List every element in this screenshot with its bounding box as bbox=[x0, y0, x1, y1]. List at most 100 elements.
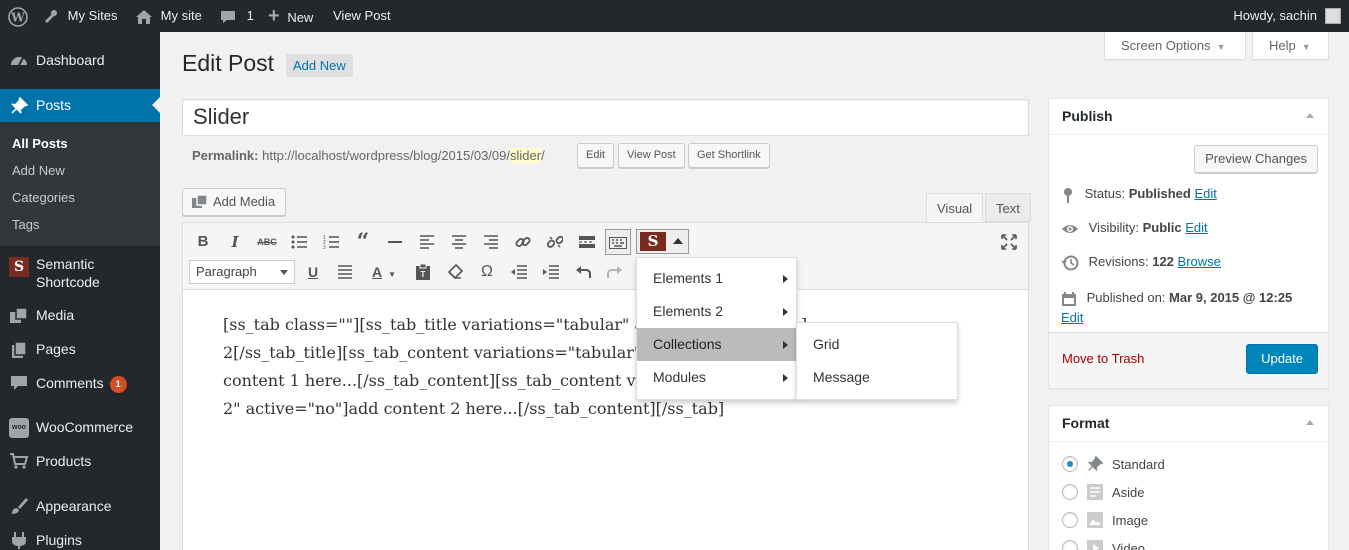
new-content-link[interactable]: + New bbox=[268, 0, 313, 32]
justify-icon[interactable] bbox=[332, 259, 358, 285]
menu-item-elements-2[interactable]: Elements 2 bbox=[637, 295, 796, 328]
add-media-label: Add Media bbox=[213, 194, 276, 209]
sidebar-item-media[interactable]: Media bbox=[0, 298, 160, 332]
format-radio-aside[interactable] bbox=[1062, 484, 1078, 500]
move-to-trash-link[interactable]: Move to Trash bbox=[1062, 351, 1144, 366]
unlink-icon[interactable] bbox=[542, 229, 568, 255]
view-post-link[interactable]: View Post bbox=[333, 0, 391, 32]
preview-changes-button[interactable]: Preview Changes bbox=[1194, 145, 1318, 173]
sidebar-item-comments[interactable]: Comments 1 bbox=[0, 366, 160, 400]
collapse-caret-icon[interactable] bbox=[1306, 113, 1314, 118]
align-right-icon[interactable] bbox=[478, 229, 504, 255]
menu-item-collections[interactable]: Collections bbox=[637, 328, 796, 361]
my-sites-link[interactable]: My Sites bbox=[42, 0, 117, 32]
get-shortlink-button[interactable]: Get Shortlink bbox=[688, 143, 770, 168]
sidebar-item-products[interactable]: Products bbox=[0, 444, 160, 478]
text-color-icon[interactable]: A ▼ bbox=[364, 259, 404, 285]
numbered-list-icon[interactable]: 123 bbox=[318, 229, 344, 255]
edit-status-link[interactable]: Edit bbox=[1194, 186, 1216, 201]
format-select[interactable]: Paragraph bbox=[189, 260, 295, 284]
sidebar-item-woocommerce[interactable]: woo WooCommerce bbox=[0, 410, 160, 444]
format-radio-video[interactable] bbox=[1062, 540, 1078, 550]
add-media-button[interactable]: Add Media bbox=[182, 188, 287, 216]
sidebar-item-dashboard[interactable]: Dashboard bbox=[0, 32, 160, 89]
shopping-cart-icon bbox=[10, 453, 29, 469]
sidebar-item-semantic-shortcode[interactable]: S Semantic Shortcode bbox=[0, 246, 160, 298]
sidebar-item-posts[interactable]: Posts bbox=[0, 89, 160, 122]
svg-text:W: W bbox=[10, 10, 25, 24]
menu-item-elements-1[interactable]: Elements 1 bbox=[637, 262, 796, 295]
read-more-icon[interactable] bbox=[574, 229, 600, 255]
sidebar-label-dashboard: Dashboard bbox=[36, 52, 105, 68]
site-name-link[interactable]: My site bbox=[135, 0, 202, 32]
special-character-icon[interactable]: Ω bbox=[474, 259, 500, 285]
posts-submenu: All Posts Add New Categories Tags bbox=[0, 122, 160, 246]
semantic-shortcode-icon: S bbox=[9, 257, 29, 277]
sidebar-item-appearance[interactable]: Appearance bbox=[0, 489, 160, 523]
submenu-categories[interactable]: Categories bbox=[12, 190, 75, 205]
shortcode-dropdown-menu: Elements 1 Elements 2 Collections Module… bbox=[636, 257, 797, 400]
revisions-count: 122 bbox=[1152, 254, 1174, 269]
semantic-shortcode-menu-button[interactable]: S bbox=[636, 229, 689, 254]
redo-icon[interactable] bbox=[602, 259, 628, 285]
strikethrough-icon[interactable]: ABC bbox=[254, 229, 280, 255]
submenu-add-new[interactable]: Add New bbox=[12, 163, 65, 178]
format-radio-image[interactable] bbox=[1062, 512, 1078, 528]
distraction-free-icon[interactable] bbox=[996, 229, 1022, 255]
comments-link[interactable]: 1 bbox=[219, 0, 254, 32]
insert-link-icon[interactable] bbox=[510, 229, 536, 255]
submenu-item-grid[interactable]: Grid bbox=[797, 328, 957, 361]
bold-icon[interactable]: B bbox=[190, 229, 216, 255]
sidebar-label-products: Products bbox=[36, 453, 92, 469]
submenu-item-message[interactable]: Message bbox=[797, 361, 957, 394]
help-button[interactable]: Help ▼ bbox=[1252, 32, 1329, 60]
italic-icon[interactable]: I bbox=[222, 229, 248, 255]
view-post-button[interactable]: View Post bbox=[618, 143, 685, 168]
add-new-button[interactable]: Add New bbox=[286, 54, 353, 77]
chevron-down-icon bbox=[280, 270, 288, 279]
collapse-caret-icon[interactable] bbox=[1306, 420, 1314, 425]
blockquote-icon[interactable]: “ bbox=[350, 229, 376, 255]
underline-icon[interactable]: U bbox=[300, 259, 326, 285]
align-left-icon[interactable] bbox=[414, 229, 440, 255]
undo-icon[interactable] bbox=[570, 259, 596, 285]
post-title-input[interactable]: Slider bbox=[182, 99, 1029, 136]
tab-text[interactable]: Text bbox=[985, 193, 1031, 222]
submenu-tags[interactable]: Tags bbox=[12, 217, 39, 232]
status-row: Status: Published Edit bbox=[1061, 186, 1217, 203]
permalink-slug[interactable]: slider bbox=[510, 148, 542, 163]
edit-visibility-link[interactable]: Edit bbox=[1185, 220, 1207, 235]
menu-item-modules[interactable]: Modules bbox=[637, 361, 796, 394]
sidebar-label-pages: Pages bbox=[36, 341, 76, 357]
visibility-label: Visibility: bbox=[1088, 220, 1139, 235]
status-value: Published bbox=[1128, 186, 1191, 201]
editor-toolbar: B I ABC 123 “ S Paragraph U A ▼ T Ω bbox=[183, 223, 1028, 290]
format-radio-standard[interactable] bbox=[1062, 456, 1078, 472]
clear-formatting-icon[interactable] bbox=[442, 259, 468, 285]
sidebar-item-plugins[interactable]: Plugins bbox=[0, 523, 160, 550]
tab-visual[interactable]: Visual bbox=[926, 193, 984, 222]
avatar[interactable] bbox=[1325, 8, 1341, 24]
screen-options-button[interactable]: Screen Options ▼ bbox=[1104, 32, 1246, 60]
howdy-account[interactable]: Howdy, sachin bbox=[1233, 0, 1317, 32]
update-button[interactable]: Update bbox=[1246, 344, 1318, 374]
paste-as-text-icon[interactable]: T bbox=[410, 259, 436, 285]
comments-count: 1 bbox=[246, 8, 254, 23]
sidebar-item-pages[interactable]: Pages bbox=[0, 332, 160, 366]
align-center-icon[interactable] bbox=[446, 229, 472, 255]
add-media-icon bbox=[192, 194, 208, 208]
format-box: Format Standard Aside Image Video bbox=[1048, 405, 1329, 550]
wordpress-logo-icon[interactable]: W bbox=[8, 0, 28, 32]
indent-icon[interactable] bbox=[538, 259, 564, 285]
admin-sidebar: Dashboard Posts All Posts Add New Catego… bbox=[0, 32, 160, 550]
bullet-list-icon[interactable] bbox=[286, 229, 312, 255]
chevron-right-icon bbox=[783, 341, 788, 349]
horizontal-line-icon[interactable] bbox=[382, 229, 408, 255]
publish-box-title: Publish bbox=[1049, 99, 1328, 135]
outdent-icon[interactable] bbox=[506, 259, 532, 285]
submenu-all-posts[interactable]: All Posts bbox=[12, 136, 68, 151]
edit-date-link[interactable]: Edit bbox=[1061, 310, 1083, 325]
toolbar-toggle-icon[interactable] bbox=[605, 229, 631, 255]
edit-permalink-button[interactable]: Edit bbox=[577, 143, 614, 168]
browse-revisions-link[interactable]: Browse bbox=[1178, 254, 1221, 269]
